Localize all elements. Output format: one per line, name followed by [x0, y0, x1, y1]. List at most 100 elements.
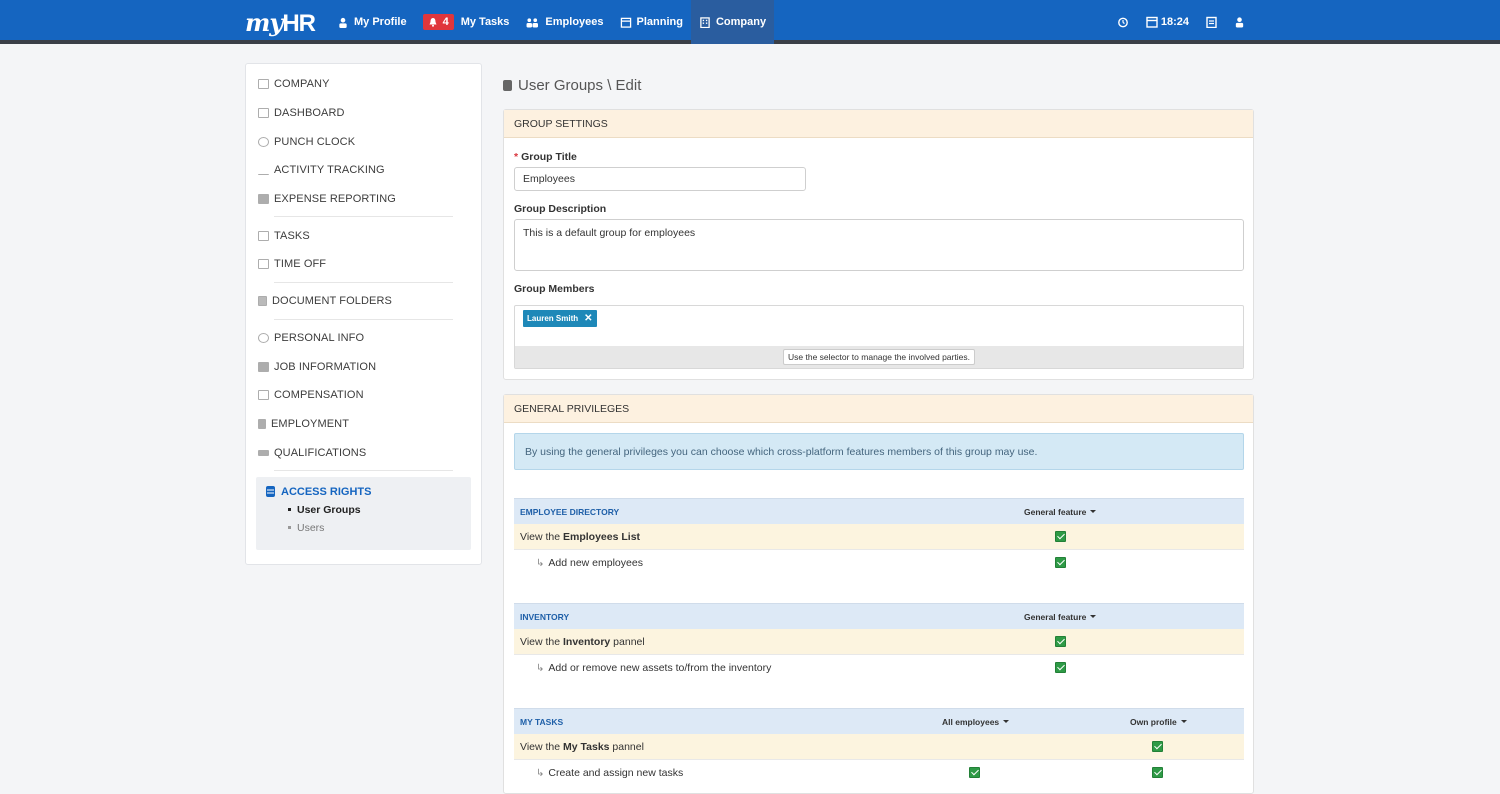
database-icon: [503, 80, 512, 91]
nav-my-tasks[interactable]: 4 My Tasks: [415, 0, 518, 44]
column-dropdown[interactable]: All employees: [942, 717, 1010, 727]
member-tag[interactable]: Lauren Smith ✕: [523, 310, 597, 327]
sidebar-item-job-information[interactable]: JOB INFORMATION: [246, 352, 481, 381]
tasks-badge: 4: [422, 14, 454, 30]
heart-icon: [258, 332, 269, 343]
monitor-icon: [258, 108, 269, 119]
top-navbar: myHR My Profile 4 My Tasks Employees Pla…: [0, 0, 1500, 44]
sidebar-divider: [274, 469, 453, 471]
nav-my-profile[interactable]: My Profile: [329, 0, 415, 44]
sidebar-divider: [274, 216, 453, 218]
privilege-checkbox[interactable]: [1055, 531, 1066, 542]
privilege-section-employee-directory: EMPLOYEE DIRECTORY General feature View …: [514, 498, 1244, 576]
close-icon[interactable]: ✕: [584, 313, 592, 324]
sidebar-divider: [274, 281, 453, 283]
sidebar-item-label: DASHBOARD: [274, 107, 345, 120]
privilege-checkbox[interactable]: [1055, 662, 1066, 673]
nav-planning[interactable]: Planning: [612, 0, 691, 44]
group-title-input[interactable]: Employees: [514, 167, 806, 191]
panel-header: GROUP SETTINGS: [504, 110, 1253, 138]
sidebar-item-personal-info[interactable]: PERSONAL INFO: [246, 324, 481, 353]
sidebar-item-document-folders[interactable]: DOCUMENT FOLDERS: [246, 287, 481, 316]
sidebar-item-punch-clock[interactable]: PUNCH CLOCK: [246, 127, 481, 156]
bullet: [288, 526, 291, 530]
sidebar-divider: [274, 318, 453, 320]
sidebar-item-label: EXPENSE REPORTING: [274, 193, 396, 206]
bullet: [288, 508, 291, 512]
sub-arrow-icon: ↳: [536, 662, 545, 674]
nav-company[interactable]: Company: [690, 0, 775, 44]
time-label: 18:24: [1160, 16, 1189, 28]
sidebar-item-qualifications[interactable]: QUALIFICATIONS: [246, 438, 481, 467]
privilege-row: View the Inventory pannel: [514, 629, 1244, 655]
sidebar-item-label: COMPANY: [274, 78, 330, 91]
sidebar-item-compensation[interactable]: COMPENSATION: [246, 381, 481, 410]
sidebar-item-expense-reporting[interactable]: EXPENSE REPORTING: [246, 185, 481, 214]
group-title-label: * Group Title: [514, 151, 577, 163]
sidebar: COMPANY DASHBOARD PUNCH CLOCK ACTIVITY T…: [245, 63, 482, 565]
privilege-label: ↳ Add or remove new assets to/from the in…: [536, 662, 772, 674]
briefcase-icon: [258, 361, 269, 372]
sidebar-item-label: JOB INFORMATION: [274, 360, 377, 373]
group-title-label-text: Group Title: [521, 151, 577, 163]
sidebar-item-label: DOCUMENT FOLDERS: [272, 295, 392, 308]
caret-down-icon: [1180, 720, 1187, 723]
sidebar-item-tasks[interactable]: TASKS: [246, 221, 481, 250]
panel-header: GENERAL PRIVILEGES: [504, 395, 1253, 423]
nav-employees-label: Employees: [545, 16, 604, 28]
calendar-icon: [620, 17, 631, 28]
privilege-row: View the Employees List: [514, 524, 1244, 550]
column-dropdown[interactable]: General feature: [1024, 612, 1097, 622]
main-nav: My Profile 4 My Tasks Employees Planning…: [329, 0, 775, 44]
section-header: EMPLOYEE DIRECTORY General feature: [514, 498, 1244, 524]
column-dropdown[interactable]: General feature: [1024, 506, 1097, 517]
privilege-checkbox[interactable]: [969, 767, 980, 778]
myhr-logo[interactable]: myHR: [245, 8, 316, 38]
nav-employees[interactable]: Employees: [517, 0, 611, 44]
group-members-label: Group Members: [514, 283, 595, 295]
tasks-badge-count: 4: [442, 16, 449, 28]
privilege-label: ↳ Create and assign new tasks: [536, 767, 684, 779]
clock-time[interactable]: 18:24: [1146, 16, 1189, 28]
nav-my-profile-label: My Profile: [354, 16, 407, 28]
group-description-textarea[interactable]: This is a default group for employees: [514, 219, 1244, 271]
member-tag-name: Lauren Smith: [527, 314, 579, 323]
user-icon: [339, 17, 347, 28]
privilege-label: ↳ Add new employees: [536, 557, 643, 569]
sidebar-item-time-off[interactable]: TIME OFF: [246, 250, 481, 279]
sub-arrow-icon: ↳: [536, 557, 545, 569]
account-icon[interactable]: [1234, 16, 1245, 28]
privilege-checkbox[interactable]: [1055, 636, 1066, 647]
sidebar-item-label: ACTIVITY TRACKING: [274, 164, 385, 177]
sidebar-item-label: EMPLOYMENT: [271, 417, 350, 430]
nav-my-tasks-label: My Tasks: [460, 16, 510, 28]
column-dropdown-label: General feature: [1024, 506, 1087, 517]
privilege-checkbox[interactable]: [1055, 557, 1066, 568]
section-title: INVENTORY: [520, 611, 570, 622]
group-members-selector[interactable]: Lauren Smith ✕ Use the selector to manag…: [514, 305, 1244, 369]
sidebar-item-dashboard[interactable]: DASHBOARD: [246, 99, 481, 128]
sidebar-item-company[interactable]: COMPANY: [246, 70, 481, 99]
privilege-checkbox[interactable]: [1152, 767, 1163, 778]
privilege-checkbox[interactable]: [1152, 741, 1163, 752]
group-description-label: Group Description: [514, 203, 607, 215]
header-tools: 18:24: [1117, 0, 1245, 44]
privilege-label: View the Employees List: [520, 530, 641, 543]
sidebar-item-access-rights[interactable]: ACCESS RIGHTS: [266, 486, 461, 498]
sidebar-item-employment[interactable]: EMPLOYMENT: [246, 410, 481, 439]
privilege-label: View the My Tasks pannel: [520, 740, 644, 753]
section-title: EMPLOYEE DIRECTORY: [520, 506, 620, 517]
clipboard-icon[interactable]: [1206, 16, 1217, 28]
privilege-subrow: ↳ Add new employees: [514, 550, 1244, 576]
sidebar-subitem-user-groups[interactable]: User Groups: [266, 504, 461, 516]
sidebar-subitem-users[interactable]: Users: [266, 522, 461, 534]
column-dropdown[interactable]: Own profile: [1130, 717, 1187, 727]
sidebar-item-activity-tracking[interactable]: ACTIVITY TRACKING: [246, 156, 481, 185]
alarm-clock-icon[interactable]: [1117, 16, 1129, 28]
column-dropdown-label: Own profile: [1130, 716, 1177, 727]
wallet-icon: [258, 194, 269, 205]
section-header: INVENTORY General feature: [514, 603, 1244, 629]
sidebar-item-label: ACCESS RIGHTS: [281, 485, 372, 498]
members-hint[interactable]: Use the selector to manage the involved …: [783, 349, 975, 365]
members-footer: Use the selector to manage the involved …: [515, 346, 1243, 368]
